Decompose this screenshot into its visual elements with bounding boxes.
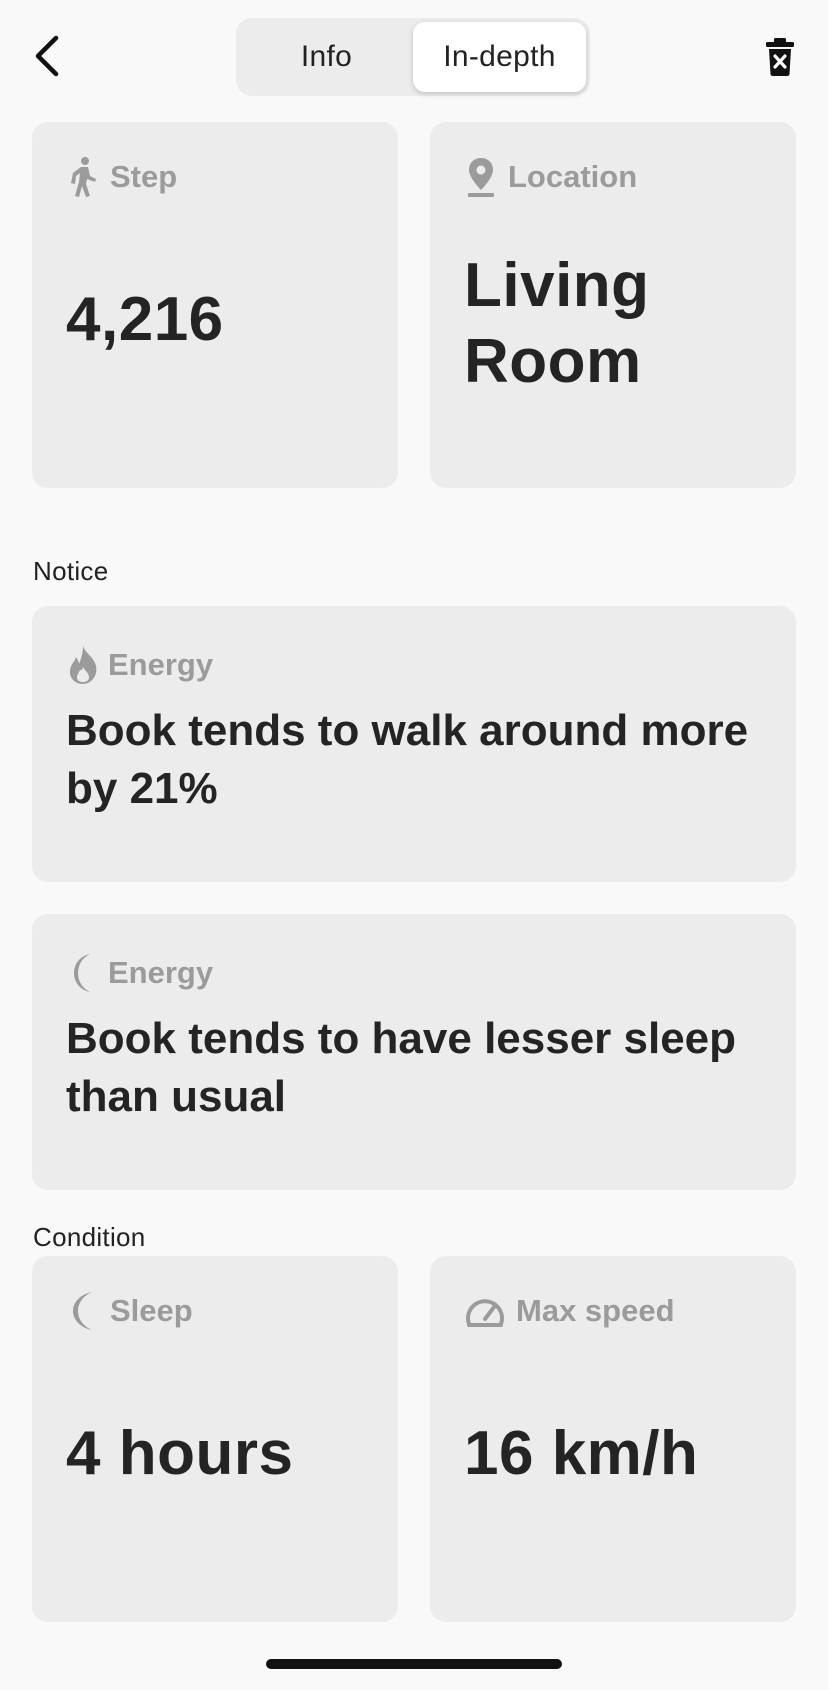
notice-card: Energy Book tends to walk around more by… (32, 606, 796, 882)
notice-text: Book tends to walk around more by 21% (66, 706, 749, 813)
notice-text: Book tends to have lesser sleep than usu… (66, 1014, 737, 1121)
view-segmented-control: Info In-depth (236, 18, 590, 96)
home-indicator[interactable] (266, 1659, 562, 1669)
tab-in-depth[interactable]: In-depth (413, 22, 586, 92)
condition-section-label: Condition (33, 1222, 146, 1252)
max-speed-card: Max speed 16 km/h (430, 1256, 796, 1622)
step-value: 4,216 (66, 285, 224, 354)
max-speed-value: 16 km/h (464, 1419, 699, 1488)
step-label: Step (110, 159, 178, 194)
location-value-line2: Room (464, 327, 642, 396)
sleep-value: 4 hours (66, 1419, 294, 1488)
screen: Info In-depth Step 4,216 Location Living… (0, 0, 828, 1690)
sleep-card: Sleep 4 hours (32, 1256, 398, 1622)
max-speed-label: Max speed (516, 1293, 675, 1328)
notice-label: Energy (108, 647, 214, 682)
speedometer-icon (464, 1292, 506, 1330)
location-value-line1: Living (464, 251, 650, 320)
sleep-label: Sleep (110, 1293, 193, 1328)
walking-icon (66, 157, 100, 197)
back-button[interactable] (26, 34, 66, 82)
map-pin-icon (464, 158, 498, 197)
step-card: Step 4,216 (32, 122, 398, 488)
notice-section-label: Notice (33, 556, 109, 586)
notice-card: Energy Book tends to have lesser sleep t… (32, 914, 796, 1190)
flame-icon (66, 644, 102, 686)
moon-icon (66, 952, 102, 994)
tab-info[interactable]: Info (240, 22, 413, 92)
delete-button[interactable] (764, 37, 796, 82)
moon-icon (66, 1292, 100, 1330)
location-card: Location Living Room (430, 122, 796, 488)
chevron-left-icon (32, 34, 60, 83)
location-label: Location (508, 159, 638, 194)
notice-label: Energy (108, 955, 214, 990)
trash-icon (765, 37, 795, 82)
